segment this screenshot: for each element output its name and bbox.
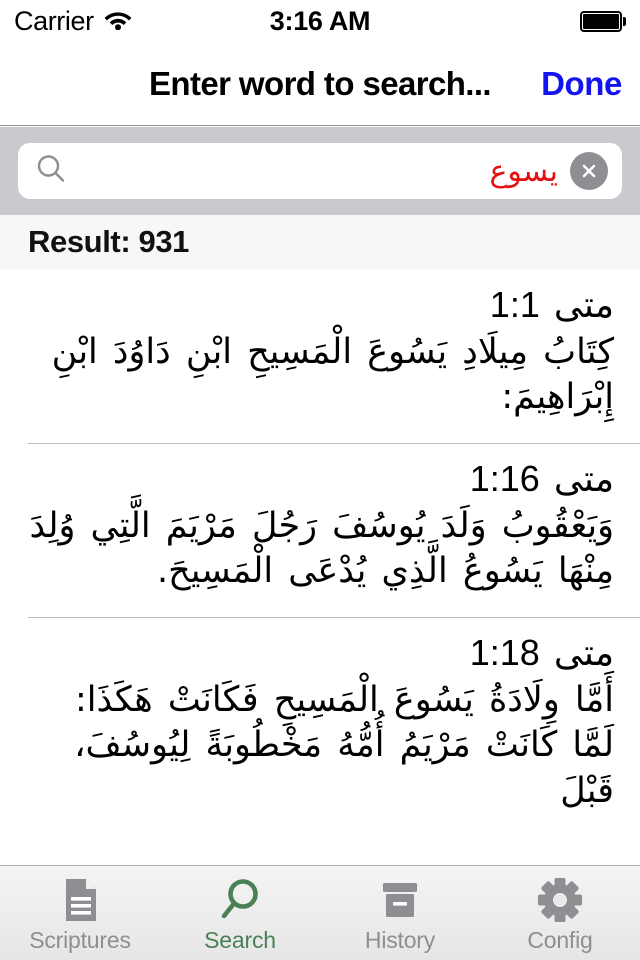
verse-reference: متى 1:16 xyxy=(26,457,614,502)
page-title: Enter word to search... xyxy=(149,64,492,102)
verse-book: متى xyxy=(553,458,614,500)
tab-label-history: History xyxy=(364,927,436,953)
search-bar-container: يسوع xyxy=(0,127,640,215)
search-input-value: يسوع xyxy=(489,153,558,189)
verse-number: 1:1 xyxy=(489,284,540,325)
document-icon xyxy=(58,876,102,924)
status-bar-left: Carrier xyxy=(14,6,133,37)
verse-book: متى xyxy=(553,632,614,674)
carrier-label: Carrier xyxy=(14,5,94,36)
navigation-bar: Enter word to search... Done xyxy=(0,42,640,126)
battery-icon xyxy=(580,10,626,32)
verse-text: وَيَعْقُوبُ وَلَدَ يُوسُفَ رَجُلَ مَرْيَ… xyxy=(29,505,614,592)
result-count-label: Result: 931 xyxy=(28,224,189,259)
tab-bar: Scriptures Search History Config xyxy=(0,865,640,960)
status-bar-right xyxy=(580,10,626,32)
list-item[interactable]: متى 1:1 كِتَابُ مِيلَادِ يَسُوعَ الْمَسِي… xyxy=(0,269,640,443)
status-bar: Carrier 3:16 AM xyxy=(0,0,640,42)
clear-search-icon[interactable] xyxy=(570,152,608,190)
wifi-icon xyxy=(103,8,133,35)
list-item[interactable]: متى 1:18 أَمَّا وِلَادَةُ يَسُوعَ الْمَسِ… xyxy=(0,616,640,836)
verse-number: 1:16 xyxy=(469,457,540,499)
tab-label-config: Config xyxy=(527,927,593,953)
tab-config[interactable]: Config xyxy=(480,866,640,960)
tab-label-scriptures: Scriptures xyxy=(29,927,131,953)
search-results-list[interactable]: متى 1:1 كِتَابُ مِيلَادِ يَسُوعَ الْمَسِي… xyxy=(0,269,640,865)
results-section-header: Result: 931 xyxy=(0,215,640,269)
tab-search[interactable]: Search xyxy=(160,866,320,960)
verse-reference: متى 1:1 xyxy=(26,283,614,328)
verse-reference: متى 1:18 xyxy=(26,631,614,676)
list-item[interactable]: متى 1:16 وَيَعْقُوبُ وَلَدَ يُوسُفَ رَجُل… xyxy=(0,442,640,617)
verse-number: 1:18 xyxy=(469,631,540,673)
search-icon xyxy=(217,876,263,924)
gear-icon xyxy=(536,876,584,924)
app-root: Carrier 3:16 AM Enter word to search... … xyxy=(0,0,640,960)
search-glass-icon xyxy=(34,152,68,191)
tab-label-search: Search xyxy=(204,927,276,953)
tab-history[interactable]: History xyxy=(320,866,480,960)
verse-text: أَمَّا وِلَادَةُ يَسُوعَ الْمَسِيحِ فَكَ… xyxy=(74,679,614,811)
archive-box-icon xyxy=(377,876,423,924)
search-input[interactable]: يسوع xyxy=(18,143,622,199)
tab-scriptures[interactable]: Scriptures xyxy=(0,866,160,960)
verse-text: كِتَابُ مِيلَادِ يَسُوعَ الْمَسِيحِ ابْن… xyxy=(51,331,614,418)
verse-book: متى xyxy=(553,285,614,326)
done-button[interactable]: Done xyxy=(541,65,622,103)
